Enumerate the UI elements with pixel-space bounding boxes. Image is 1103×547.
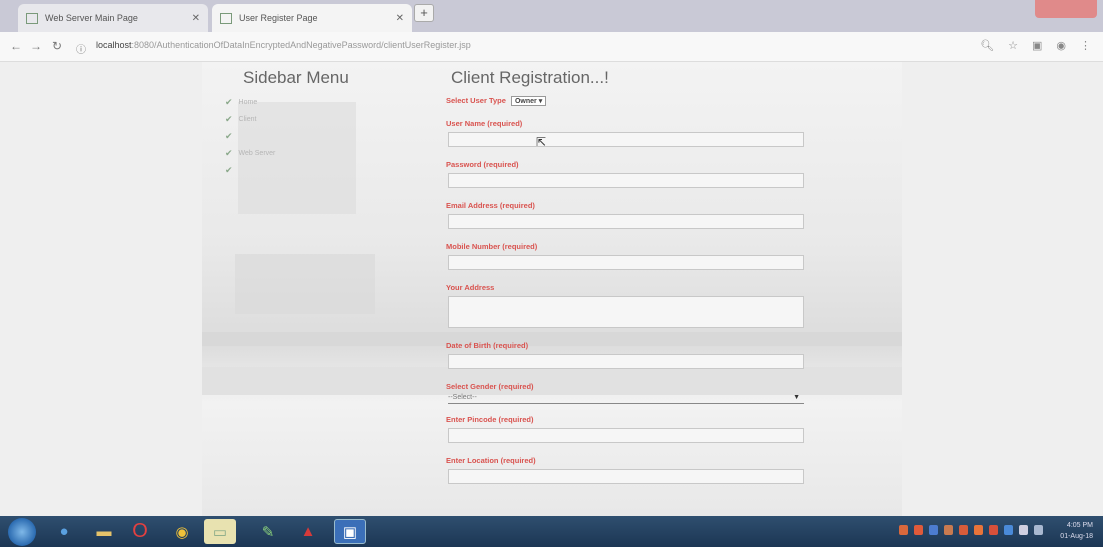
username-field[interactable] [448, 132, 804, 147]
folder-icon[interactable]: ▬ [88, 519, 120, 544]
field-label: Enter Pincode (required) [446, 415, 534, 424]
dob-field[interactable] [448, 354, 804, 369]
address-bar: ← → ↻ ⓘ localhost:8080/AuthenticationOfD… [0, 32, 1103, 62]
password-field[interactable] [448, 173, 804, 188]
mouse-cursor-icon: ⇱ [536, 135, 547, 149]
url-field[interactable]: localhost:8080/AuthenticationOfDataInEnc… [96, 40, 471, 50]
user-type-value: Owner [514, 98, 537, 106]
extension-icon[interactable]: ▣ [1032, 39, 1042, 52]
field-label: Date of Birth (required) [446, 341, 529, 350]
window-controls[interactable] [1035, 0, 1097, 18]
sidebar-image [235, 254, 375, 314]
check-icon: ✔ [225, 97, 233, 107]
zoom-icon[interactable]: 🔍︎ [980, 39, 994, 52]
new-tab-button[interactable]: + [414, 4, 434, 22]
check-icon: ✔ [225, 131, 233, 141]
notepad-icon[interactable]: ▭ [204, 519, 236, 544]
pincode-field[interactable] [448, 428, 804, 443]
tray-icon[interactable] [929, 525, 938, 535]
field-label: User Name (required) [446, 119, 523, 128]
clock-date: 01-Aug-18 [1060, 533, 1093, 540]
tab-web-server-main-page[interactable]: Web Server Main Page ✕ [18, 4, 208, 32]
clock[interactable]: 4:05 PM 01-Aug-18 [1060, 520, 1093, 542]
tray-icon[interactable] [989, 525, 998, 535]
back-icon[interactable]: ← [10, 39, 22, 53]
email-field[interactable] [448, 214, 804, 229]
user-type-row: Select User Type Owner ▾ [446, 96, 820, 107]
url-path: :8080/AuthenticationOfDataInEncryptedAnd… [131, 40, 471, 50]
check-icon: ✔ [225, 114, 233, 124]
sidebar-item[interactable]: ✔ [225, 128, 275, 145]
field-label: Password (required) [446, 160, 519, 169]
star-icon[interactable]: ☆ [1008, 39, 1018, 52]
field-label: Select Gender (required) [446, 382, 534, 391]
taskbar: ● ▬ O ◉ ▭ ✎ ▲ ▣ 4:05 PM 01-Aug-18 [0, 516, 1103, 547]
gender-select[interactable]: --Select-- ▼ [448, 392, 804, 404]
volume-icon[interactable] [1034, 525, 1043, 535]
clock-time: 4:05 PM [1066, 522, 1093, 529]
opera-icon[interactable]: O [124, 519, 156, 544]
sidebar-item-web-server[interactable]: ✔ Web Server [225, 145, 275, 162]
system-tray [899, 525, 1043, 535]
close-icon[interactable]: ✕ [396, 13, 404, 24]
field-label: Your Address [446, 283, 495, 292]
menu-icon[interactable]: ⋮ [1080, 39, 1091, 52]
user-type-label: Select User Type [446, 96, 506, 105]
field-label: Email Address (required) [446, 201, 535, 210]
close-icon[interactable]: ✕ [192, 13, 200, 24]
form-title: Client Registration...! [451, 68, 609, 87]
page-content: Sidebar Menu ✔ Home ✔ Client ✔ ✔ Web Server… [0, 62, 1103, 516]
forward-icon[interactable]: → [30, 39, 42, 53]
check-icon: ✔ [225, 165, 233, 175]
start-button[interactable] [8, 518, 36, 546]
tray-icon[interactable] [914, 525, 923, 535]
app-icon[interactable]: ▣ [334, 519, 366, 544]
pdf-icon[interactable]: ▲ [292, 519, 324, 544]
page-icon [220, 12, 232, 24]
field-label: Mobile Number (required) [446, 242, 538, 251]
gender-value: --Select-- [448, 394, 477, 401]
url-host: localhost [96, 40, 132, 50]
address-textarea[interactable] [448, 296, 804, 328]
field-label: Enter Location (required) [446, 456, 536, 465]
sidebar-item[interactable]: ✔ [225, 162, 275, 179]
user-type-select[interactable]: Owner ▾ [510, 96, 547, 107]
registration-form: Select User Type Owner ▾ User Name (requ… [440, 92, 820, 484]
chrome-icon[interactable]: ◉ [166, 519, 198, 544]
tray-icon[interactable] [944, 525, 953, 535]
tab-title: Web Server Main Page [45, 13, 138, 23]
sidebar-menu: ✔ Home ✔ Client ✔ ✔ Web Server ✔ [225, 94, 275, 179]
tray-icon[interactable] [1004, 525, 1013, 535]
check-icon: ✔ [225, 148, 233, 158]
mobile-field[interactable] [448, 255, 804, 270]
sidebar-item-label: Home [238, 99, 258, 106]
reload-icon[interactable]: ↻ [52, 39, 62, 53]
network-icon[interactable] [1019, 525, 1028, 535]
sidebar-item-label: Web Server [238, 150, 276, 157]
chevron-down-icon: ▼ [793, 394, 800, 401]
browser-tab-bar: Web Server Main Page ✕ User Register Pag… [0, 0, 1103, 32]
sidebar-item-label: Client [238, 116, 257, 123]
tray-icon[interactable] [899, 525, 908, 535]
sidebar-item-client[interactable]: ✔ Client [225, 111, 275, 128]
tray-icon[interactable] [959, 525, 968, 535]
tab-user-register-page[interactable]: User Register Page ✕ [212, 4, 412, 32]
tab-title: User Register Page [239, 13, 318, 23]
account-icon[interactable]: ◉ [1056, 39, 1066, 52]
sidebar-title: Sidebar Menu [243, 68, 349, 87]
paint-icon[interactable]: ✎ [252, 519, 284, 544]
sidebar-item-home[interactable]: ✔ Home [225, 94, 275, 111]
ie-icon[interactable]: ● [48, 519, 80, 544]
tray-icon[interactable] [974, 525, 983, 535]
location-field[interactable] [448, 469, 804, 484]
page-icon [26, 12, 38, 24]
info-icon: ⓘ [76, 45, 86, 56]
